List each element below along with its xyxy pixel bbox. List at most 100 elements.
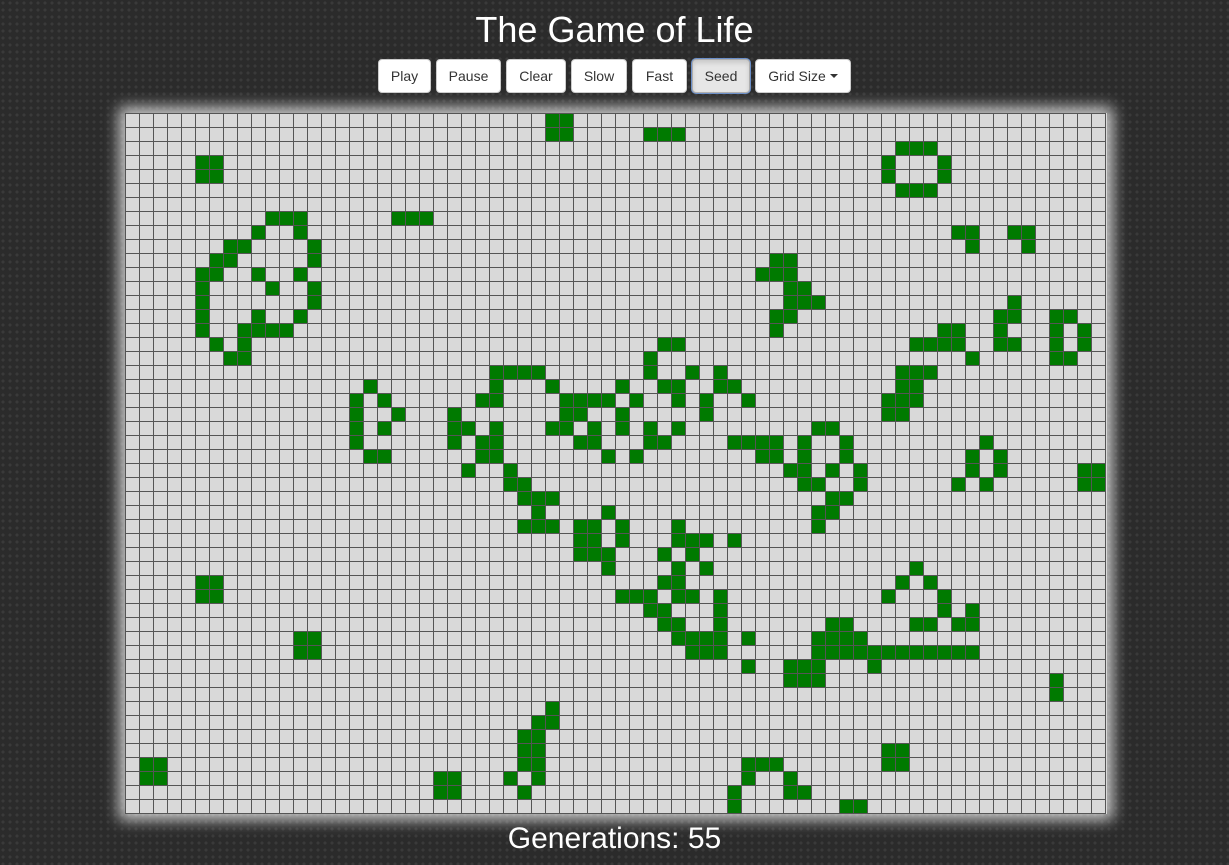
dead-cell[interactable]: [574, 730, 588, 744]
dead-cell[interactable]: [1022, 716, 1036, 730]
dead-cell[interactable]: [322, 562, 336, 576]
dead-cell[interactable]: [966, 184, 980, 198]
dead-cell[interactable]: [924, 506, 938, 520]
dead-cell[interactable]: [406, 142, 420, 156]
dead-cell[interactable]: [1092, 506, 1106, 520]
dead-cell[interactable]: [1036, 324, 1050, 338]
dead-cell[interactable]: [938, 408, 952, 422]
live-cell[interactable]: [504, 464, 518, 478]
dead-cell[interactable]: [658, 520, 672, 534]
dead-cell[interactable]: [224, 338, 238, 352]
dead-cell[interactable]: [308, 170, 322, 184]
dead-cell[interactable]: [1036, 590, 1050, 604]
live-cell[interactable]: [840, 450, 854, 464]
dead-cell[interactable]: [1008, 268, 1022, 282]
dead-cell[interactable]: [714, 506, 728, 520]
dead-cell[interactable]: [840, 604, 854, 618]
dead-cell[interactable]: [952, 604, 966, 618]
dead-cell[interactable]: [630, 646, 644, 660]
dead-cell[interactable]: [784, 646, 798, 660]
dead-cell[interactable]: [490, 352, 504, 366]
dead-cell[interactable]: [266, 548, 280, 562]
dead-cell[interactable]: [714, 730, 728, 744]
dead-cell[interactable]: [210, 716, 224, 730]
live-cell[interactable]: [938, 324, 952, 338]
dead-cell[interactable]: [896, 128, 910, 142]
dead-cell[interactable]: [574, 800, 588, 814]
dead-cell[interactable]: [434, 464, 448, 478]
dead-cell[interactable]: [280, 674, 294, 688]
dead-cell[interactable]: [798, 646, 812, 660]
dead-cell[interactable]: [826, 562, 840, 576]
dead-cell[interactable]: [882, 226, 896, 240]
dead-cell[interactable]: [168, 184, 182, 198]
dead-cell[interactable]: [686, 716, 700, 730]
dead-cell[interactable]: [854, 674, 868, 688]
dead-cell[interactable]: [1078, 604, 1092, 618]
dead-cell[interactable]: [630, 562, 644, 576]
dead-cell[interactable]: [602, 254, 616, 268]
dead-cell[interactable]: [1008, 772, 1022, 786]
dead-cell[interactable]: [910, 352, 924, 366]
dead-cell[interactable]: [420, 632, 434, 646]
dead-cell[interactable]: [476, 744, 490, 758]
dead-cell[interactable]: [406, 604, 420, 618]
dead-cell[interactable]: [1092, 366, 1106, 380]
dead-cell[interactable]: [448, 254, 462, 268]
dead-cell[interactable]: [476, 156, 490, 170]
live-cell[interactable]: [504, 478, 518, 492]
live-cell[interactable]: [910, 618, 924, 632]
dead-cell[interactable]: [672, 184, 686, 198]
dead-cell[interactable]: [294, 688, 308, 702]
live-cell[interactable]: [406, 212, 420, 226]
dead-cell[interactable]: [280, 646, 294, 660]
dead-cell[interactable]: [420, 352, 434, 366]
dead-cell[interactable]: [476, 548, 490, 562]
dead-cell[interactable]: [672, 758, 686, 772]
dead-cell[interactable]: [336, 282, 350, 296]
dead-cell[interactable]: [406, 660, 420, 674]
live-cell[interactable]: [308, 632, 322, 646]
dead-cell[interactable]: [812, 268, 826, 282]
dead-cell[interactable]: [476, 310, 490, 324]
dead-cell[interactable]: [560, 646, 574, 660]
dead-cell[interactable]: [476, 296, 490, 310]
dead-cell[interactable]: [798, 226, 812, 240]
dead-cell[interactable]: [532, 324, 546, 338]
live-cell[interactable]: [798, 674, 812, 688]
dead-cell[interactable]: [1064, 744, 1078, 758]
dead-cell[interactable]: [630, 198, 644, 212]
dead-cell[interactable]: [742, 702, 756, 716]
dead-cell[interactable]: [616, 254, 630, 268]
dead-cell[interactable]: [840, 408, 854, 422]
dead-cell[interactable]: [420, 520, 434, 534]
dead-cell[interactable]: [518, 282, 532, 296]
dead-cell[interactable]: [238, 548, 252, 562]
dead-cell[interactable]: [434, 758, 448, 772]
live-cell[interactable]: [868, 646, 882, 660]
dead-cell[interactable]: [616, 352, 630, 366]
dead-cell[interactable]: [168, 268, 182, 282]
dead-cell[interactable]: [1078, 632, 1092, 646]
live-cell[interactable]: [672, 590, 686, 604]
dead-cell[interactable]: [476, 366, 490, 380]
dead-cell[interactable]: [742, 380, 756, 394]
dead-cell[interactable]: [1008, 674, 1022, 688]
dead-cell[interactable]: [714, 254, 728, 268]
dead-cell[interactable]: [532, 688, 546, 702]
dead-cell[interactable]: [140, 688, 154, 702]
dead-cell[interactable]: [378, 184, 392, 198]
dead-cell[interactable]: [728, 632, 742, 646]
dead-cell[interactable]: [322, 520, 336, 534]
dead-cell[interactable]: [1036, 128, 1050, 142]
dead-cell[interactable]: [252, 772, 266, 786]
dead-cell[interactable]: [588, 268, 602, 282]
dead-cell[interactable]: [420, 254, 434, 268]
dead-cell[interactable]: [1064, 296, 1078, 310]
dead-cell[interactable]: [308, 184, 322, 198]
dead-cell[interactable]: [126, 534, 140, 548]
dead-cell[interactable]: [224, 562, 238, 576]
dead-cell[interactable]: [1078, 534, 1092, 548]
dead-cell[interactable]: [448, 562, 462, 576]
dead-cell[interactable]: [238, 394, 252, 408]
